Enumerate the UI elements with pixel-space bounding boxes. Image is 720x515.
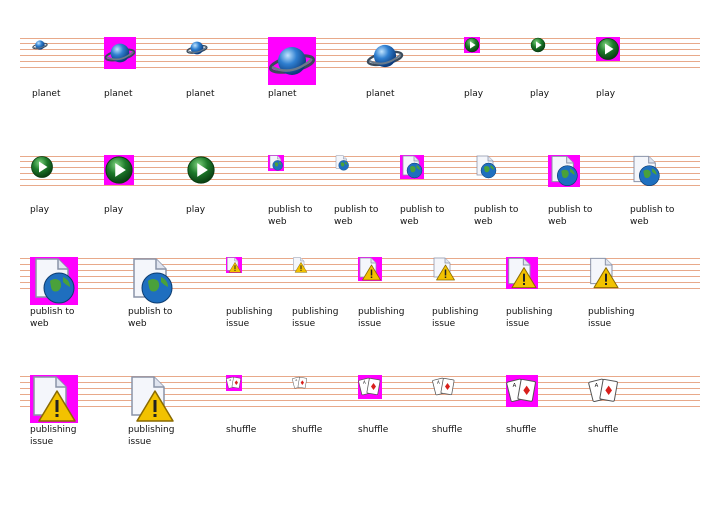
icon-label: play bbox=[30, 205, 50, 215]
play-icon bbox=[104, 155, 134, 185]
shuffle-icon: A bbox=[588, 375, 620, 407]
planet-icon bbox=[366, 37, 404, 75]
svg-text:A: A bbox=[595, 383, 599, 389]
icon-label: planet bbox=[268, 89, 297, 99]
icon-label: publish to web bbox=[30, 307, 75, 329]
publishing-issue-icon bbox=[30, 375, 78, 423]
icon-label: publishing issue bbox=[128, 425, 175, 447]
icon-label: planet bbox=[32, 89, 61, 99]
publish-to-web-icon bbox=[474, 155, 498, 179]
icon-label: publishing issue bbox=[358, 307, 405, 329]
icon-label: play bbox=[596, 89, 616, 99]
icon-label: planet bbox=[186, 89, 215, 99]
publishing-issue-icon bbox=[432, 257, 456, 281]
play-icon bbox=[30, 155, 54, 179]
icon-label: publish to web bbox=[548, 205, 593, 227]
shuffle-icon: A bbox=[292, 375, 308, 391]
play-icon bbox=[530, 37, 546, 53]
svg-text:A: A bbox=[437, 380, 440, 385]
shuffle-icon: A bbox=[432, 375, 456, 399]
publish-to-web-icon bbox=[268, 155, 284, 171]
planet-icon bbox=[186, 37, 208, 59]
icon-label: shuffle bbox=[358, 425, 389, 435]
publish-to-web-icon bbox=[128, 257, 176, 305]
shuffle-icon: A bbox=[226, 375, 242, 391]
guide-line bbox=[20, 185, 700, 186]
publish-to-web-icon bbox=[334, 155, 350, 171]
icon-label: publish to web bbox=[128, 307, 173, 329]
planet-icon bbox=[104, 37, 136, 69]
planet-icon bbox=[268, 37, 316, 85]
publish-to-web-icon bbox=[400, 155, 424, 179]
icon-label: shuffle bbox=[588, 425, 619, 435]
icon-label: play bbox=[186, 205, 206, 215]
svg-text:A: A bbox=[363, 380, 366, 385]
icon-label: publishing issue bbox=[30, 425, 77, 447]
play-icon bbox=[596, 37, 620, 61]
publishing-issue-icon bbox=[358, 257, 382, 281]
icon-label: shuffle bbox=[506, 425, 537, 435]
publishing-issue-icon bbox=[128, 375, 176, 423]
icon-label: planet bbox=[104, 89, 133, 99]
icon-label: publishing issue bbox=[432, 307, 479, 329]
publish-to-web-icon bbox=[548, 155, 580, 187]
icon-label: publish to web bbox=[474, 205, 519, 227]
publishing-issue-icon bbox=[588, 257, 620, 289]
shuffle-icon: A bbox=[358, 375, 382, 399]
publishing-issue-icon bbox=[226, 257, 242, 273]
publishing-issue-icon bbox=[506, 257, 538, 289]
icon-label: publish to web bbox=[400, 205, 445, 227]
icon-label: shuffle bbox=[432, 425, 463, 435]
icon-label: planet bbox=[366, 89, 395, 99]
icon-label: publish to web bbox=[630, 205, 675, 227]
publishing-issue-icon bbox=[292, 257, 308, 273]
publish-to-web-icon bbox=[30, 257, 78, 305]
play-icon bbox=[186, 155, 216, 185]
icon-label: play bbox=[104, 205, 124, 215]
planet-icon bbox=[32, 37, 48, 53]
shuffle-icon: A bbox=[506, 375, 538, 407]
icon-label: publishing issue bbox=[506, 307, 553, 329]
icon-label: publishing issue bbox=[588, 307, 635, 329]
publish-to-web-icon bbox=[630, 155, 662, 187]
play-icon bbox=[464, 37, 480, 53]
svg-text:A: A bbox=[513, 383, 517, 389]
